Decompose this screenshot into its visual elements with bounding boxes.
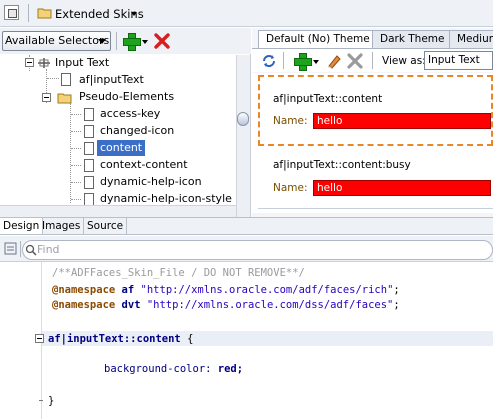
page-icon xyxy=(84,193,94,205)
code-string: "http://xmlns.oracle.com/adf/faces/rich" xyxy=(140,284,394,296)
code-semicolon: ; xyxy=(393,284,400,296)
tab-medium-theme[interactable]: Medium xyxy=(449,30,493,48)
code-selector: af|inputText::content xyxy=(48,333,181,345)
collapse-toggle[interactable] xyxy=(42,93,51,102)
tab-images[interactable]: Images xyxy=(39,218,85,234)
code-semicolon: ; xyxy=(393,299,400,311)
code-value: red; xyxy=(211,363,244,375)
code-prefix: af xyxy=(121,284,135,296)
preview-card[interactable]: af|inputText::content Name: hello xyxy=(258,75,493,146)
code-keyword: @namespace xyxy=(52,284,116,296)
code-namespace-line: @namespace dvt "http://xmlns.oracle.com/… xyxy=(52,298,400,312)
code-selector-line: af|inputText::content { xyxy=(48,332,193,346)
chevron-down-icon[interactable] xyxy=(142,40,148,44)
name-label: Name: xyxy=(273,182,308,194)
code-string: "http://xmlns.oracle.com/dss/adf/faces" xyxy=(146,299,394,311)
code-declaration-line: background-color: red; xyxy=(104,362,243,376)
folder-icon xyxy=(57,92,73,104)
tree-item-af-inputtext[interactable]: af|inputText xyxy=(79,72,144,88)
name-label: Name: xyxy=(273,115,308,127)
find-input[interactable] xyxy=(22,240,493,260)
preview-input[interactable]: hello xyxy=(313,113,491,129)
page-icon xyxy=(61,73,71,86)
plus-icon[interactable] xyxy=(123,33,141,51)
tree-item-access-key[interactable]: access-key xyxy=(100,106,160,122)
card-title: af|inputText::content:busy xyxy=(273,159,411,171)
toolbar-separator xyxy=(372,52,373,69)
card-title: af|inputText::content xyxy=(273,93,383,105)
toolbar-separator xyxy=(283,52,284,69)
available-selectors-label: Available Selectors xyxy=(5,34,110,47)
tab-source[interactable]: Source xyxy=(84,218,128,234)
find-options-icon[interactable] xyxy=(4,242,17,255)
tree-item-dynamic-help-icon-style[interactable]: dynamic-help-icon-style xyxy=(100,191,232,205)
tree-item-input-text[interactable]: Input Text xyxy=(55,55,109,71)
preview-input[interactable]: hello xyxy=(313,180,491,196)
horizontal-scrollbar[interactable] xyxy=(0,205,236,217)
page-icon xyxy=(84,125,94,138)
code-brace: { xyxy=(180,333,194,345)
code-close-brace: } xyxy=(48,395,55,407)
preview-card[interactable]: af|inputText::content:busy Name: hello xyxy=(258,149,493,209)
code-keyword: @namespace xyxy=(52,299,116,311)
chevron-down-icon[interactable] xyxy=(313,60,319,64)
eraser-icon[interactable] xyxy=(326,53,342,69)
fold-end-marker xyxy=(39,400,43,401)
find-placeholder: Find xyxy=(37,243,60,256)
fold-toggle[interactable] xyxy=(35,334,44,343)
tree-item-dynamic-help-icon[interactable]: dynamic-help-icon xyxy=(100,174,202,190)
component-icon xyxy=(37,57,51,69)
tree-item-changed-icon[interactable]: changed-icon xyxy=(100,123,174,139)
tab-dark-theme[interactable]: Dark Theme xyxy=(372,30,453,48)
toolbar-separator xyxy=(28,4,29,22)
page-icon xyxy=(84,159,94,172)
code-comment: /**ADFFaces_Skin_File / DO NOT REMOVE**/ xyxy=(52,267,305,279)
plus-icon[interactable] xyxy=(294,53,312,71)
tab-default-theme[interactable]: Default (No) Theme xyxy=(258,30,378,49)
tree-item-pseudo-elements[interactable]: Pseudo-Elements xyxy=(79,89,174,105)
code-namespace-line: @namespace af "http://xmlns.oracle.com/a… xyxy=(52,283,400,297)
folder-icon xyxy=(37,7,53,19)
view-as-select[interactable]: Input Text xyxy=(424,51,493,70)
toolbar-separator xyxy=(116,32,117,50)
code-property: background-color: xyxy=(104,363,212,375)
vertical-scrollbar[interactable] xyxy=(236,55,250,217)
page-icon xyxy=(84,176,94,189)
delete-icon[interactable] xyxy=(154,33,170,49)
delete-icon[interactable] xyxy=(347,53,363,69)
tree-item-context-content[interactable]: context-content xyxy=(100,157,188,173)
chevron-down-icon[interactable] xyxy=(98,39,106,44)
selector-tree[interactable]: Input Text af|inputText Pseudo-Elements … xyxy=(0,55,236,205)
tab-design[interactable]: Design xyxy=(0,218,44,234)
stop-icon[interactable] xyxy=(4,5,19,20)
view-as-label: View as: xyxy=(382,55,426,67)
code-prefix: dvt xyxy=(121,299,141,311)
page-icon xyxy=(84,108,94,121)
tree-item-content[interactable]: content xyxy=(97,140,146,156)
chevron-down-icon[interactable] xyxy=(131,12,137,16)
search-icon xyxy=(25,244,37,256)
page-icon xyxy=(84,142,94,155)
collapse-toggle[interactable] xyxy=(25,58,34,67)
toolbar-separator xyxy=(20,241,21,257)
scrollbar-thumb[interactable] xyxy=(237,112,249,126)
refresh-icon[interactable] xyxy=(261,53,277,69)
